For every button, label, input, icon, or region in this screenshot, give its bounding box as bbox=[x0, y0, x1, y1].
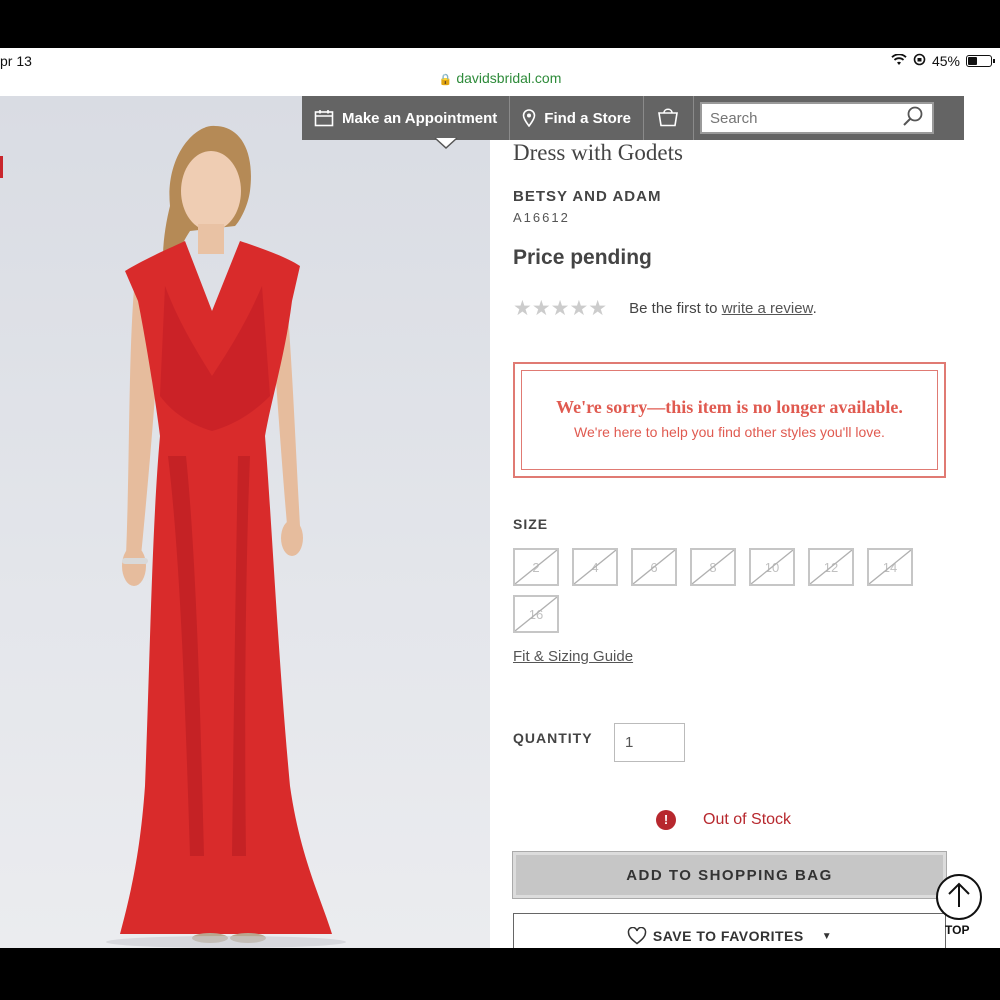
url-text: davidsbridal.com bbox=[456, 70, 562, 86]
strikethrough-icon bbox=[869, 550, 911, 584]
back-to-top-label[interactable]: TOP bbox=[945, 923, 969, 937]
chevron-down-icon[interactable] bbox=[433, 136, 459, 155]
fit-sizing-guide-link[interactable]: Fit & Sizing Guide bbox=[513, 648, 633, 665]
add-to-bag-button[interactable]: ADD TO SHOPPING BAG bbox=[512, 851, 947, 899]
search-input[interactable] bbox=[709, 109, 890, 127]
top-nav: Make an Appointment Find a Store bbox=[302, 96, 964, 140]
product-title: Dress with Godets bbox=[513, 140, 683, 165]
strikethrough-icon bbox=[515, 550, 557, 584]
dress-model-image bbox=[106, 125, 346, 948]
product-image[interactable] bbox=[0, 96, 490, 948]
size-option-2[interactable]: 2 bbox=[513, 548, 559, 586]
search-box bbox=[699, 102, 934, 134]
strikethrough-icon bbox=[810, 550, 852, 584]
review-prompt: Be the first to write a review. bbox=[629, 300, 817, 317]
review-prefix: Be the first to bbox=[629, 300, 718, 317]
quantity-input[interactable] bbox=[614, 723, 685, 762]
strikethrough-icon bbox=[574, 550, 616, 584]
back-to-top-button[interactable] bbox=[936, 874, 982, 920]
browser-screen: pr 13 45% 🔒 davidsbridal.com Make an App… bbox=[0, 48, 1000, 948]
make-appointment-button[interactable]: Make an Appointment bbox=[302, 96, 511, 140]
caret-down-icon[interactable]: ▼ bbox=[822, 931, 832, 942]
size-option-10[interactable]: 10 bbox=[749, 548, 795, 586]
rotation-lock-icon bbox=[913, 53, 926, 69]
battery-percent: 45% bbox=[931, 53, 960, 69]
url-bar[interactable]: 🔒 davidsbridal.com bbox=[0, 70, 1000, 96]
search-icon[interactable] bbox=[902, 105, 924, 132]
size-option-14[interactable]: 14 bbox=[867, 548, 913, 586]
image-indicator bbox=[0, 156, 3, 178]
wifi-icon bbox=[891, 53, 907, 69]
star-rating-icon[interactable]: ★★★★★ bbox=[513, 296, 607, 321]
write-review-link[interactable]: write a review bbox=[722, 300, 813, 317]
quantity-label: QUANTITY bbox=[513, 730, 593, 746]
product-price: Price pending bbox=[513, 246, 652, 269]
save-to-favorites-button[interactable]: SAVE TO FAVORITES ▼ bbox=[513, 913, 946, 948]
out-of-stock-text: Out of Stock bbox=[703, 811, 792, 828]
location-pin-icon bbox=[522, 109, 536, 127]
size-options: 2468 10 12 14 16 bbox=[513, 548, 933, 633]
strikethrough-icon bbox=[692, 550, 734, 584]
notice-subtitle: We're here to help you find other styles… bbox=[574, 424, 885, 440]
stock-status: ! Out of Stock bbox=[656, 810, 791, 830]
product-sku: A16612 bbox=[513, 210, 570, 225]
find-store-button[interactable]: Find a Store bbox=[510, 96, 644, 140]
battery-icon bbox=[966, 55, 995, 67]
status-icons: 45% bbox=[891, 53, 995, 69]
strikethrough-icon bbox=[633, 550, 675, 584]
strikethrough-icon bbox=[515, 597, 557, 631]
size-option-12[interactable]: 12 bbox=[808, 548, 854, 586]
calendar-icon bbox=[314, 109, 334, 127]
lock-icon: 🔒 bbox=[438, 74, 453, 86]
status-bar: pr 13 45% 🔒 davidsbridal.com bbox=[0, 48, 1000, 86]
size-label: SIZE bbox=[513, 516, 549, 532]
shopping-bag-button[interactable] bbox=[644, 96, 694, 140]
strikethrough-icon bbox=[751, 550, 793, 584]
size-option-4[interactable]: 4 bbox=[572, 548, 618, 586]
product-brand[interactable]: BETSY AND ADAM bbox=[513, 188, 661, 205]
unavailable-notice: We're sorry—this item is no longer avail… bbox=[513, 362, 946, 478]
alert-icon: ! bbox=[656, 810, 676, 830]
arrow-up-icon bbox=[947, 881, 971, 914]
unavailable-notice-inner: We're sorry—this item is no longer avail… bbox=[521, 370, 938, 470]
review-suffix: . bbox=[812, 300, 817, 317]
heart-icon bbox=[627, 927, 647, 945]
shopping-bag-icon bbox=[656, 105, 680, 131]
size-option-8[interactable]: 8 bbox=[690, 548, 736, 586]
notice-title: We're sorry—this item is no longer avail… bbox=[556, 397, 903, 417]
rating-row: ★★★★★ Be the first to write a review. bbox=[513, 296, 817, 321]
status-time: pr 13 bbox=[0, 53, 32, 69]
save-favorites-label: SAVE TO FAVORITES bbox=[652, 928, 804, 944]
appointment-label: Make an Appointment bbox=[342, 109, 498, 127]
store-label: Find a Store bbox=[544, 109, 631, 127]
size-option-6[interactable]: 6 bbox=[631, 548, 677, 586]
size-option-16[interactable]: 16 bbox=[513, 595, 559, 633]
